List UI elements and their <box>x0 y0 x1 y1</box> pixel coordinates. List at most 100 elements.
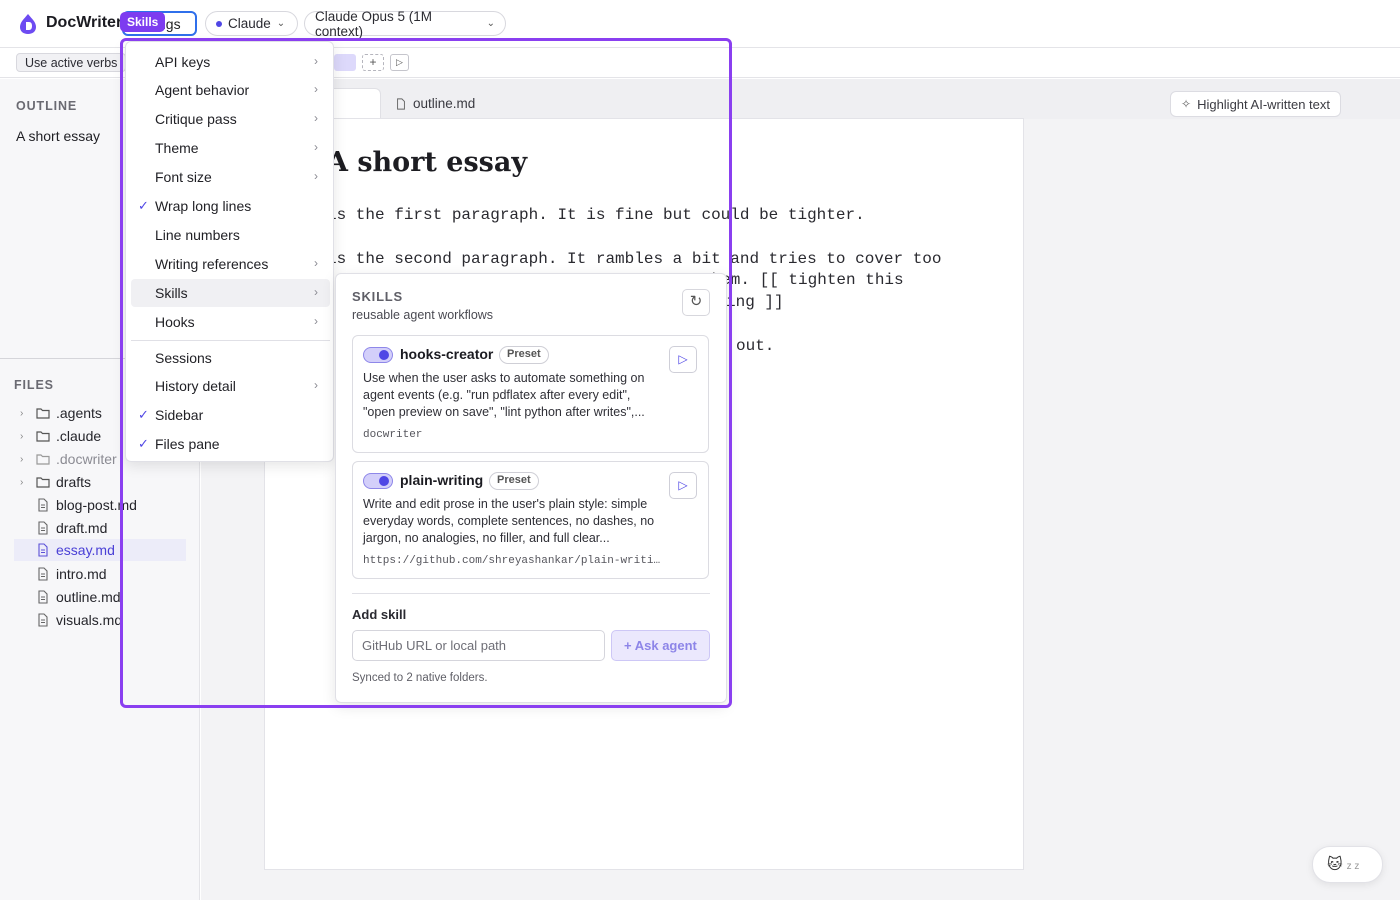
chevron-right-icon: › <box>314 111 318 125</box>
model-select[interactable]: Claude Opus 5 (1M context) ⌄ <box>304 9 506 39</box>
play-icon: ▷ <box>678 352 688 366</box>
play-icon: ▷ <box>678 478 688 492</box>
docwriter-logo-icon <box>20 14 36 34</box>
menu-item-label: Writing references <box>155 256 269 272</box>
menu-item-font-size[interactable]: Font size › <box>131 163 330 191</box>
tab-outline[interactable]: outline.md <box>383 88 487 119</box>
file-icon <box>397 97 405 110</box>
folder-icon <box>36 408 50 419</box>
skill-toggle[interactable] <box>363 473 393 489</box>
skill-source[interactable]: https://github.com/shreyashankar/plain-w… <box>363 555 663 567</box>
menu-item-files-pane[interactable]: ✓ Files pane <box>131 430 330 458</box>
provider-status-dot <box>216 20 222 27</box>
tree-label: draft.md <box>56 520 108 536</box>
menu-divider <box>131 340 330 341</box>
run-skill-button[interactable]: ▷ <box>669 346 697 373</box>
document-line: is the second paragraph. It rambles a bi… <box>327 250 942 268</box>
tree-folder[interactable]: › .docwriter <box>20 448 117 470</box>
chevron-down-icon: ⌄ <box>486 18 495 29</box>
tree-file[interactable]: intro.md <box>36 563 107 585</box>
tree-folder[interactable]: › .agents <box>20 402 102 424</box>
provider-select[interactable]: Claude ⌄ <box>205 11 298 36</box>
skills-panel: SKILLS reusable agent workflows ↻ hooks-… <box>335 273 727 703</box>
sparkle-icon: ✧ <box>1181 97 1192 111</box>
menu-item-history-detail[interactable]: History detail › <box>131 372 330 400</box>
ask-agent-button[interactable]: + Ask agent <box>611 630 710 661</box>
menu-item-critique-pass[interactable]: Critique pass › <box>131 105 330 133</box>
menu-item-label: Skills <box>155 285 188 301</box>
menu-item-label: Hooks <box>155 314 195 330</box>
skill-name: plain-writing <box>400 472 484 488</box>
menu-item-label: Sessions <box>155 350 212 366</box>
menu-item-hooks[interactable]: Hooks › <box>131 308 330 336</box>
menu-item-sidebar[interactable]: ✓ Sidebar <box>131 401 330 429</box>
sleep-status: z z <box>1346 861 1360 872</box>
menu-item-label: History detail <box>155 378 236 394</box>
skill-toggle[interactable] <box>363 347 393 363</box>
prompt-chip-selected[interactable] <box>334 54 356 71</box>
menu-item-wrap-long-lines[interactable]: ✓ Wrap long lines <box>131 192 330 220</box>
document-title: A short essay <box>327 147 528 178</box>
tree-file-active[interactable]: essay.md <box>14 539 186 561</box>
skills-divider <box>352 593 710 594</box>
tree-file[interactable]: blog-post.md <box>36 494 137 516</box>
menu-item-agent-behavior[interactable]: Agent behavior › <box>131 76 330 104</box>
skill-card: hooks-creator Preset ▷ Use when the user… <box>352 335 709 453</box>
file-icon <box>38 567 48 581</box>
tree-folder[interactable]: › .claude <box>20 425 101 447</box>
tree-label: visuals.md <box>56 612 123 628</box>
skills-title: SKILLS <box>352 289 404 304</box>
settings-menu: API keys › Agent behavior › Critique pass ›… <box>125 41 334 462</box>
plus-icon: + <box>624 638 635 653</box>
menu-item-line-numbers[interactable]: Line numbers <box>131 221 330 249</box>
chevron-right-icon: › <box>314 54 318 68</box>
add-skill-input[interactable] <box>352 630 605 661</box>
menu-item-label: Files pane <box>155 436 220 452</box>
menu-item-skills[interactable]: Skills › <box>131 279 330 307</box>
chevron-right-icon: › <box>20 430 24 442</box>
highlight-ai-text-button[interactable]: ✧ Highlight AI-written text <box>1170 91 1342 117</box>
run-prompt-button[interactable]: ▷ <box>390 54 409 71</box>
checkmark-icon: ✓ <box>138 407 149 422</box>
tree-label: outline.md <box>56 589 121 605</box>
skill-card: plain-writing Preset ▷ Write and edit pr… <box>352 461 709 579</box>
file-icon <box>38 521 48 535</box>
provider-label: Claude <box>228 16 271 31</box>
toggle-knob <box>379 350 389 360</box>
mascot-widget[interactable]: 🐱 z z <box>1312 846 1383 883</box>
menu-item-sessions[interactable]: Sessions <box>131 344 330 372</box>
ask-agent-label: Ask agent <box>634 638 697 653</box>
cat-icon: 🐱 <box>1327 856 1343 873</box>
menu-item-label: Line numbers <box>155 227 240 243</box>
tree-label: .agents <box>56 405 102 421</box>
tree-label: essay.md <box>56 542 115 558</box>
menu-item-api-keys[interactable]: API keys › <box>131 48 330 76</box>
tree-label: .claude <box>56 428 102 444</box>
refresh-skills-button[interactable]: ↻ <box>682 289 710 316</box>
menu-item-writing-references[interactable]: Writing references › <box>131 250 330 278</box>
document-line: ing ]] <box>726 293 784 311</box>
chevron-right-icon: › <box>314 140 318 154</box>
tab-label: outline.md <box>413 96 476 111</box>
menu-item-theme[interactable]: Theme › <box>131 134 330 162</box>
tree-folder[interactable]: › drafts <box>20 471 91 493</box>
outline-item[interactable]: A short essay <box>16 128 100 144</box>
tree-file[interactable]: draft.md <box>36 517 107 539</box>
tree-file[interactable]: visuals.md <box>36 609 122 631</box>
checkmark-icon: ✓ <box>138 436 149 451</box>
tree-label: intro.md <box>56 566 107 582</box>
file-icon <box>38 590 48 604</box>
menu-item-label: Theme <box>155 140 199 156</box>
menu-item-label: Font size <box>155 169 212 185</box>
run-skill-button[interactable]: ▷ <box>669 472 697 499</box>
prompt-chip[interactable]: Use active verbs <box>16 53 127 72</box>
chevron-right-icon: › <box>314 82 318 96</box>
skills-subtitle: reusable agent workflows <box>352 308 494 322</box>
file-icon <box>38 613 48 627</box>
tree-file[interactable]: outline.md <box>36 586 121 608</box>
file-icon <box>38 543 48 557</box>
add-prompt-button[interactable]: + <box>362 54 384 71</box>
add-skill-label: Add skill <box>352 607 407 622</box>
app-name: DocWriter <box>46 14 123 31</box>
document-line: is the first paragraph. It is fine but c… <box>327 206 865 224</box>
